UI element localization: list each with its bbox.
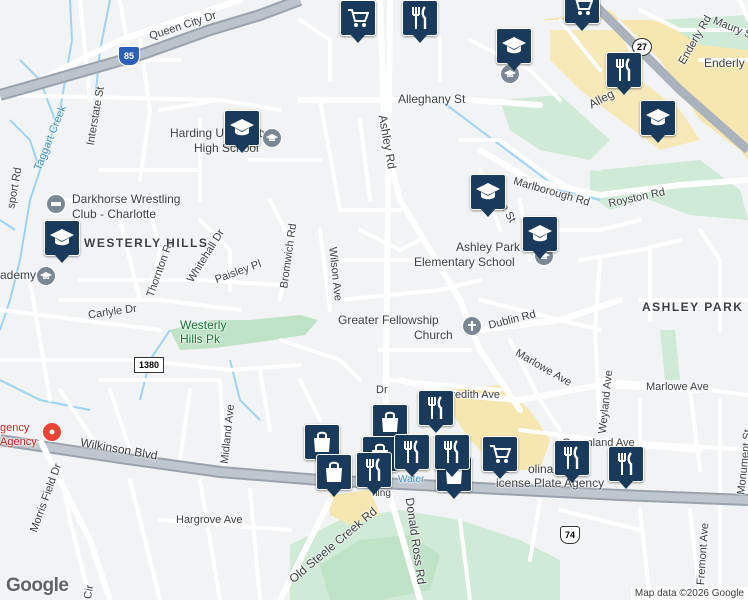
marker-pointer [650,134,666,143]
street-label-marlowe-2: Marlowe Ave [646,381,709,393]
marker-pointer [532,250,548,259]
marker-pointer [350,34,366,43]
map-marker-school[interactable] [522,216,558,262]
school-poi-icon[interactable] [262,128,282,148]
map-marker-restaurant[interactable] [356,452,392,498]
place-label-ashley-park-school-2: Elementary School [414,255,515,269]
area-label-westerly-hills: WESTERLY HILLS [84,236,209,250]
street-label-dr: Dr [376,384,388,396]
place-label-academy: ademy [0,268,37,282]
marker-pointer [616,86,632,95]
map-attribution[interactable]: Map data ©2026 Google [630,587,748,600]
restaurant-icon [356,452,392,488]
map-marker-shopping-bag[interactable] [316,454,352,500]
place-label-greater-fellowship-2: Church [414,328,453,342]
place-label-ashley-park-school-1: Ashley Park [456,240,521,254]
marker-pointer [564,474,580,483]
place-label-darkhorse-2: Club - Charlotte [72,207,157,221]
shopping-bag-icon [316,454,352,490]
marker-pointer [480,208,496,217]
marker-pointer [54,254,70,263]
map-marker-restaurant[interactable] [402,0,438,46]
google-logo: Google [6,575,69,596]
map-marker-restaurant[interactable] [606,52,642,98]
school-icon [224,110,260,146]
map-marker-school[interactable] [496,28,532,74]
place-label-agency-1: gency [0,422,30,434]
marker-pointer [412,34,428,43]
us-74-shield: 74 [560,526,580,544]
map-marker-shopping-cart[interactable] [564,0,600,34]
restaurant-icon [434,434,470,470]
school-poi-icon[interactable] [36,266,56,286]
marker-pointer [326,488,342,497]
government-poi-icon[interactable] [42,422,62,442]
map-marker-restaurant[interactable] [434,434,470,480]
map-marker-restaurant[interactable] [394,434,430,480]
map-marker-shopping-cart[interactable] [482,436,518,482]
sr-1380-shield: 1380 [134,357,164,373]
marker-pointer [574,22,590,31]
park-label-line1: Westerly [180,318,227,332]
restaurant-icon [394,434,430,470]
shopping-cart-icon [482,436,518,472]
map-marker-restaurant[interactable] [608,446,644,492]
marker-pointer [492,470,508,479]
park-label-line2: Hills Pk [180,332,221,346]
sr1380-label: 1380 [138,360,160,370]
school-icon [470,174,506,210]
marker-pointer [444,468,460,477]
map-marker-school[interactable] [640,100,676,146]
school-icon [496,28,532,64]
shopping-cart-icon [340,0,376,36]
restaurant-icon [554,440,590,476]
street-label-enderly-partial: Enderly [704,56,745,70]
school-icon [640,100,676,136]
school-icon [44,220,80,256]
map-marker-restaurant[interactable] [418,390,454,436]
street-label-cir: Cir [81,584,97,600]
map-marker-school[interactable] [44,220,80,266]
interstate-85-shield: 85 [118,46,140,66]
restaurant-icon [418,390,454,426]
restaurant-icon [402,0,438,36]
place-label-carolina-1: olina [528,462,554,476]
gym-poi-icon[interactable] [46,194,66,214]
map-marker-school[interactable] [470,174,506,220]
map-view[interactable]: Queen City Dr Interstate St Alleghany St… [0,0,748,600]
street-label-hargrove: Hargrove Ave [176,514,243,526]
area-label-ashley-park: ASHLEY PARK [642,300,744,314]
marker-pointer [404,468,420,477]
nc27-label: 27 [636,42,647,52]
marker-pointer [618,480,634,489]
place-label-agency-2: Agency [0,436,37,448]
place-label-darkhorse-1: Darkhorse Wrestling [72,192,181,206]
church-poi-icon[interactable] [462,316,482,336]
street-label-alleghany: Alleghany St [398,92,466,106]
place-label-greater-fellowship-1: Greater Fellowship [338,313,439,327]
school-icon [522,216,558,252]
restaurant-icon [608,446,644,482]
marker-pointer [506,62,522,71]
marker-pointer [428,424,444,433]
i85-label: 85 [123,51,134,61]
map-marker-shopping-cart[interactable] [340,0,376,46]
us74-label: 74 [564,530,575,540]
restaurant-icon [606,52,642,88]
marker-pointer [234,144,250,153]
marker-pointer [446,490,462,499]
map-marker-restaurant[interactable] [554,440,590,486]
shopping-cart-icon [564,0,600,24]
marker-pointer [366,486,382,495]
map-marker-school[interactable] [224,110,260,156]
